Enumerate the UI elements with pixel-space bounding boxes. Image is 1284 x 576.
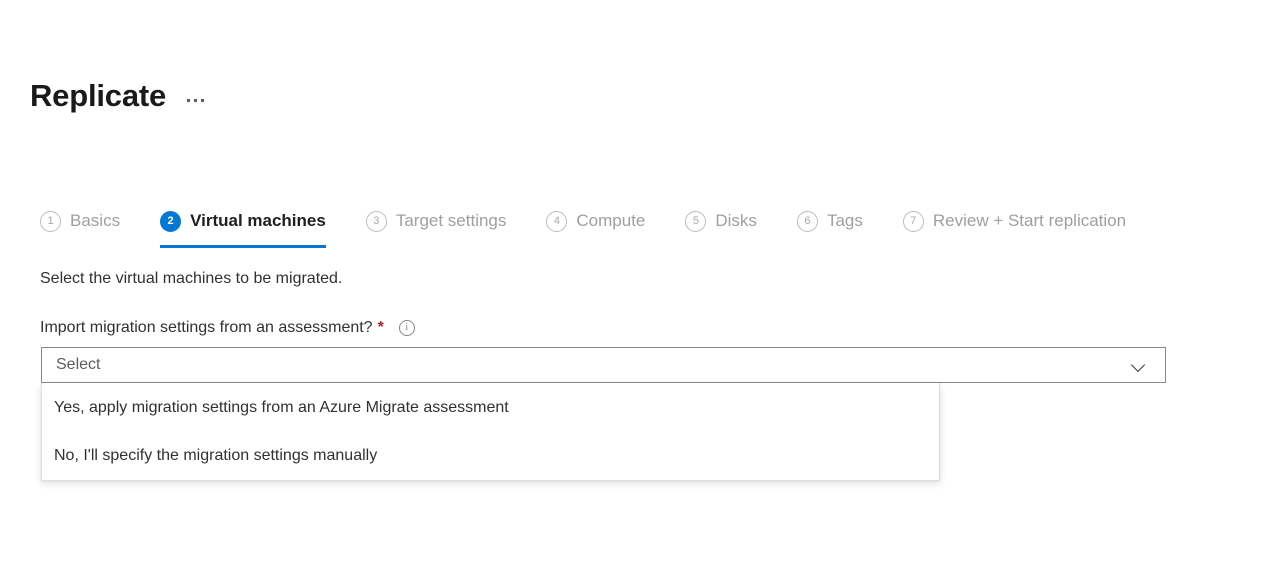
tab-compute[interactable]: 4 Compute [546, 203, 645, 239]
field-label: Import migration settings from an assess… [40, 317, 373, 339]
page-title: Replicate [30, 76, 166, 116]
tab-tags[interactable]: 6 Tags [797, 203, 863, 239]
ellipsis-dot [187, 99, 190, 102]
dropdown-option-yes[interactable]: Yes, apply migration settings from an Az… [42, 384, 939, 432]
field-label-row: Import migration settings from an assess… [40, 317, 415, 339]
dropdown-option-no[interactable]: No, I'll specify the migration settings … [42, 432, 939, 480]
select-value: Select [56, 354, 100, 376]
step-number-badge: 3 [366, 211, 387, 232]
tab-disks[interactable]: 5 Disks [685, 203, 757, 239]
step-number-badge: 5 [685, 211, 706, 232]
step-number-badge: 1 [40, 211, 61, 232]
assessment-select-dropdown: Yes, apply migration settings from an Az… [41, 383, 940, 481]
tab-label: Tags [827, 210, 863, 232]
step-number-badge: 6 [797, 211, 818, 232]
tab-label: Review + Start replication [933, 210, 1126, 232]
step-number-badge: 2 [160, 211, 181, 232]
assessment-select[interactable]: Select [41, 347, 1166, 383]
replicate-blade: Replicate 1 Basics 2 Virtual machines 3 … [0, 0, 1284, 576]
tab-basics[interactable]: 1 Basics [40, 203, 120, 239]
more-commands-button[interactable] [184, 83, 207, 109]
tab-label: Compute [576, 210, 645, 232]
tab-virtual-machines[interactable]: 2 Virtual machines [160, 203, 326, 239]
required-asterisk: * [378, 317, 384, 339]
ellipsis-dot [194, 99, 197, 102]
info-icon[interactable]: i [399, 320, 415, 336]
step-number-badge: 4 [546, 211, 567, 232]
wizard-tab-list: 1 Basics 2 Virtual machines 3 Target set… [40, 203, 1126, 245]
tab-label: Basics [70, 210, 120, 232]
tab-review-start-replication[interactable]: 7 Review + Start replication [903, 203, 1126, 239]
tab-label: Disks [715, 210, 757, 232]
blade-header: Replicate [30, 76, 207, 116]
tab-target-settings[interactable]: 3 Target settings [366, 203, 507, 239]
intro-description: Select the virtual machines to be migrat… [40, 268, 342, 290]
tab-label: Virtual machines [190, 210, 326, 232]
ellipsis-dot [201, 99, 204, 102]
chevron-down-icon[interactable] [1131, 357, 1147, 373]
step-number-badge: 7 [903, 211, 924, 232]
tab-label: Target settings [396, 210, 507, 232]
tab-active-underline [160, 245, 326, 248]
